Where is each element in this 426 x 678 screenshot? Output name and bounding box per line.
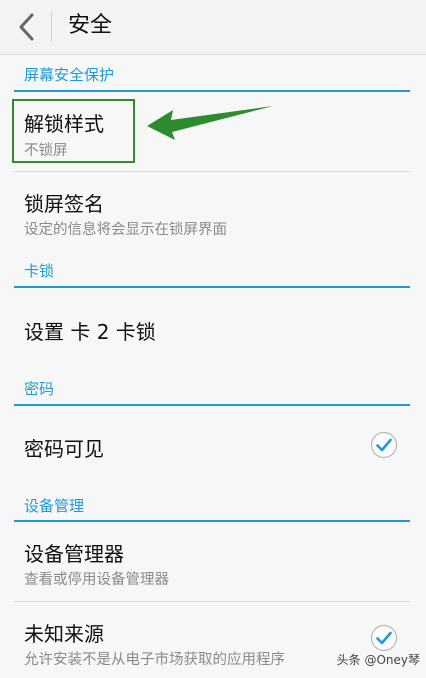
checkbox-checked-icon[interactable] [370, 624, 398, 652]
item-title: 设置 卡 2 卡锁 [24, 320, 156, 344]
page-title: 安全 [68, 13, 113, 38]
watermark: 头条 @Oney琴 [336, 653, 420, 667]
section-title-password: 密码 [24, 380, 55, 398]
item-subtitle: 查看或停用设备管理器 [24, 572, 169, 588]
section-title-device-management: 设备管理 [24, 497, 85, 515]
setting-item-lockscreen-signature[interactable]: 锁屏签名 设定的信息将会显示在锁屏界面 [14, 172, 410, 244]
setting-item-password-visible[interactable]: 密码可见 [14, 406, 410, 486]
checkbox-checked-icon[interactable] [370, 431, 398, 459]
item-subtitle: 允许安装不是从电子市场获取的应用程序 [24, 652, 285, 668]
item-title: 锁屏签名 [24, 192, 104, 216]
header-divider [51, 12, 52, 42]
back-button[interactable] [8, 8, 44, 46]
setting-item-card2-lock[interactable]: 设置 卡 2 卡锁 [14, 288, 410, 368]
setting-item-device-admin[interactable]: 设备管理器 查看或停用设备管理器 [14, 522, 410, 602]
item-title: 密码可见 [24, 437, 104, 461]
section-title-card-lock: 卡锁 [24, 262, 55, 280]
security-settings-screen: 安全 屏幕安全保护 解锁样式 不锁屏 锁屏签名 设定的信息将会显示在锁屏界面 卡… [0, 0, 426, 678]
item-subtitle: 设定的信息将会显示在锁屏界面 [24, 222, 227, 238]
annotation-arrow-icon [147, 106, 273, 140]
item-title: 未知来源 [24, 622, 104, 646]
annotation-highlight-box [12, 99, 135, 163]
item-title: 设备管理器 [24, 542, 124, 566]
section-title-screen-protection: 屏幕安全保护 [24, 66, 115, 84]
header-bar: 安全 [0, 0, 426, 55]
chevron-left-icon [19, 13, 34, 41]
